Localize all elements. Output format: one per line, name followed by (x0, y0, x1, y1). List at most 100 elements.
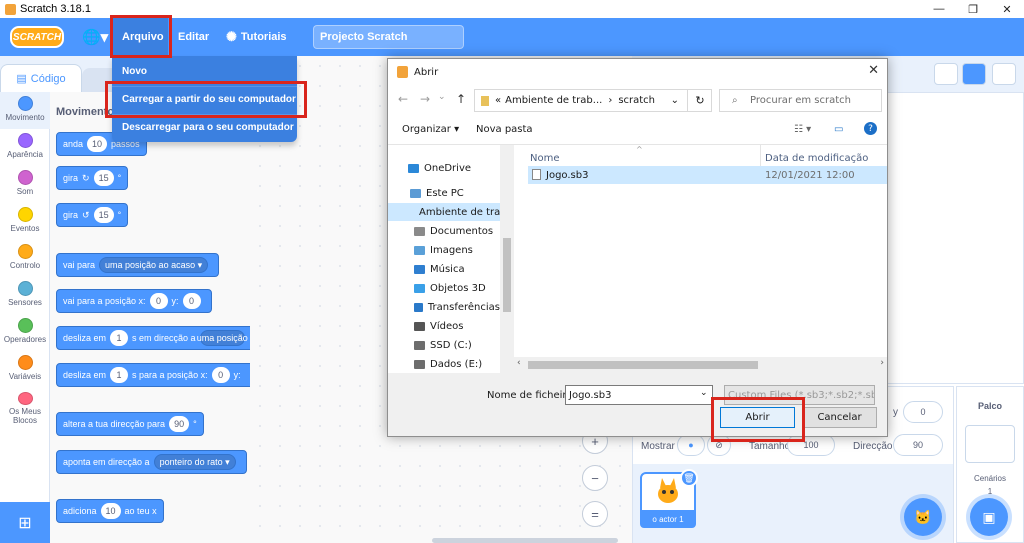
block-change-x[interactable]: adiciona 10 ao teu x (56, 499, 164, 523)
navigation-pane: OneDrive Este PC Ambiente de trab Documento… (388, 145, 514, 373)
direction-field[interactable]: 90 (893, 434, 943, 456)
nav-item-10[interactable]: Dados (E:) (388, 355, 500, 373)
column-name-header[interactable]: Nome (530, 153, 560, 164)
nav-item-6[interactable]: Objetos 3D (388, 279, 500, 297)
category-4[interactable]: Controlo (0, 240, 50, 277)
zoom-out-button[interactable]: − (582, 465, 608, 491)
scroll-right-icon[interactable]: › (880, 358, 884, 368)
dialog-title: Abrir (414, 66, 439, 78)
category-dot-icon (17, 133, 33, 148)
help-icon[interactable]: ? (864, 122, 877, 135)
project-title-input[interactable]: Projecto Scratch (313, 25, 464, 49)
block-glide-to-xy[interactable]: desliza em 1 s para a posição x: 0 y: (56, 363, 250, 387)
dialog-close-button[interactable]: ✕ (868, 63, 879, 78)
zoom-reset-button[interactable]: = (582, 501, 608, 527)
menu-arquivo[interactable]: Arquivo (112, 18, 168, 56)
forward-arrow-icon[interactable]: → (420, 92, 430, 106)
tab-code[interactable]: ▤ Código (0, 64, 82, 92)
nav-item-5[interactable]: Música (388, 260, 500, 278)
breadcrumb-desktop[interactable]: Ambiente de trab... (505, 95, 602, 106)
nav-item-label: Este PC (426, 187, 464, 199)
refresh-button[interactable]: ↻ (687, 90, 712, 111)
recent-chevron-icon[interactable]: ⌄ (438, 92, 446, 102)
filename-input[interactable]: Jogo.sb3 (565, 385, 713, 405)
block-turn-right[interactable]: gira ↻ 15 ° (56, 166, 129, 190)
menu-item-load-from-computer[interactable]: Carregar a partir do seu computador (112, 86, 297, 112)
block-glide-to[interactable]: desliza em 1 s em direcção a uma posição (56, 326, 250, 350)
fullscreen-button[interactable] (992, 63, 1016, 85)
menu-item-new[interactable]: Novo (112, 58, 297, 84)
y-field[interactable]: 0 (903, 401, 943, 423)
menu-tutoriais[interactable]: ✺ Tutoriais (226, 18, 300, 56)
category-label: Sensores (8, 298, 42, 307)
menu-editar[interactable]: Editar (168, 18, 214, 56)
hide-sprite-toggle[interactable]: ⊘ (707, 434, 731, 456)
nav-item-label: Documentos (430, 225, 494, 237)
stage-thumbnail[interactable] (965, 425, 1015, 463)
category-7[interactable]: Variáveis (0, 351, 50, 388)
size-field[interactable]: 100 (787, 434, 835, 456)
window-titlebar: Scratch 3.18.1 — ❐ ✕ (0, 0, 1024, 18)
scratch-app-icon (5, 3, 16, 15)
category-2[interactable]: Som (0, 166, 50, 203)
nav-item-2[interactable]: Ambiente de trab (388, 203, 507, 221)
workspace-scrollbar[interactable] (432, 538, 618, 543)
category-dot-icon (17, 207, 33, 222)
category-0[interactable]: Movimento (0, 92, 50, 129)
normal-stage-button[interactable] (962, 63, 986, 85)
cancel-button[interactable]: Cancelar (802, 407, 877, 428)
category-5[interactable]: Sensores (0, 277, 50, 314)
nav-item-8[interactable]: Vídeos (388, 317, 500, 335)
category-dot-icon (17, 392, 33, 405)
minimize-button[interactable]: — (922, 0, 956, 18)
open-button[interactable]: Abrir (720, 407, 795, 428)
block-go-to-xy[interactable]: vai para a posição x: 0 y: 0 (56, 289, 212, 313)
view-options-icon[interactable]: ☷ ▾ (794, 124, 811, 135)
add-extension-button[interactable]: ⊞ (0, 502, 50, 543)
nav-item-3[interactable]: Documentos (388, 222, 500, 240)
category-6[interactable]: Operadores (0, 314, 50, 351)
category-label: Operadores (3, 335, 47, 344)
organize-button[interactable]: Organizar ▾ (402, 124, 459, 135)
category-1[interactable]: Aparência (0, 129, 50, 166)
nav-item-label: Música (430, 263, 465, 275)
nav-scrollbar[interactable] (500, 145, 514, 373)
block-point-direction[interactable]: altera a tua direcção para 90 ° (56, 412, 204, 436)
filename-dropdown-icon[interactable]: ⌄ (700, 388, 708, 398)
filetype-select[interactable]: Custom Files (*.sb3;*.sb2;*.sb3) (724, 385, 875, 405)
category-8[interactable]: Os Meus Blocos (0, 388, 50, 425)
add-backdrop-button[interactable]: ▣ (970, 498, 1008, 536)
block-point-towards[interactable]: aponta em direcção a ponteiro do rato ▾ (56, 450, 247, 474)
category-3[interactable]: Eventos (0, 203, 50, 240)
scratch-logo[interactable]: SCRATCH (10, 26, 64, 48)
image-add-icon: ▣ (982, 508, 996, 525)
scroll-left-icon[interactable]: ‹ (517, 358, 521, 368)
breadcrumb-scratch[interactable]: scratch (618, 95, 655, 106)
nav-item-1[interactable]: Este PC (388, 184, 500, 202)
restore-button[interactable]: ❐ (956, 0, 990, 18)
new-folder-button[interactable]: Nova pasta (476, 124, 533, 135)
search-input[interactable]: ⌕ Procurar em scratch (719, 89, 882, 112)
up-arrow-icon[interactable]: ↑ (456, 92, 466, 106)
column-modified-header[interactable]: Data de modificação (765, 153, 868, 164)
nav-item-7[interactable]: Transferências (388, 298, 500, 316)
block-turn-left[interactable]: gira ↺ 15 ° (56, 203, 129, 227)
delete-sprite-icon[interactable]: 🗑 (680, 469, 698, 487)
block-go-to[interactable]: vai para uma posição ao acaso ▾ (56, 253, 220, 277)
back-arrow-icon[interactable]: ← (398, 92, 408, 106)
close-button[interactable]: ✕ (990, 0, 1024, 18)
show-sprite-toggle[interactable]: ● (677, 434, 705, 456)
preview-pane-icon[interactable]: ▭ (834, 124, 843, 135)
add-sprite-button[interactable]: 🐱 (904, 498, 942, 536)
code-icon: ▤ (16, 73, 27, 85)
nav-item-9[interactable]: SSD (C:) (388, 336, 500, 354)
menu-item-save-to-computer[interactable]: Descarregar para o seu computador (112, 114, 297, 140)
nav-item-0[interactable]: OneDrive (388, 159, 500, 177)
address-bar[interactable]: « Ambiente de trab... › scratch ⌄ (474, 89, 712, 112)
file-list-scrollbar[interactable]: ‹ › (514, 357, 887, 373)
small-stage-button[interactable] (934, 63, 958, 85)
palette-category-title: Movimento (56, 106, 115, 118)
language-globe-icon[interactable]: 🌐▾ (82, 27, 110, 47)
nav-item-4[interactable]: Imagens (388, 241, 500, 259)
address-dropdown-icon[interactable]: ⌄ (671, 95, 679, 106)
